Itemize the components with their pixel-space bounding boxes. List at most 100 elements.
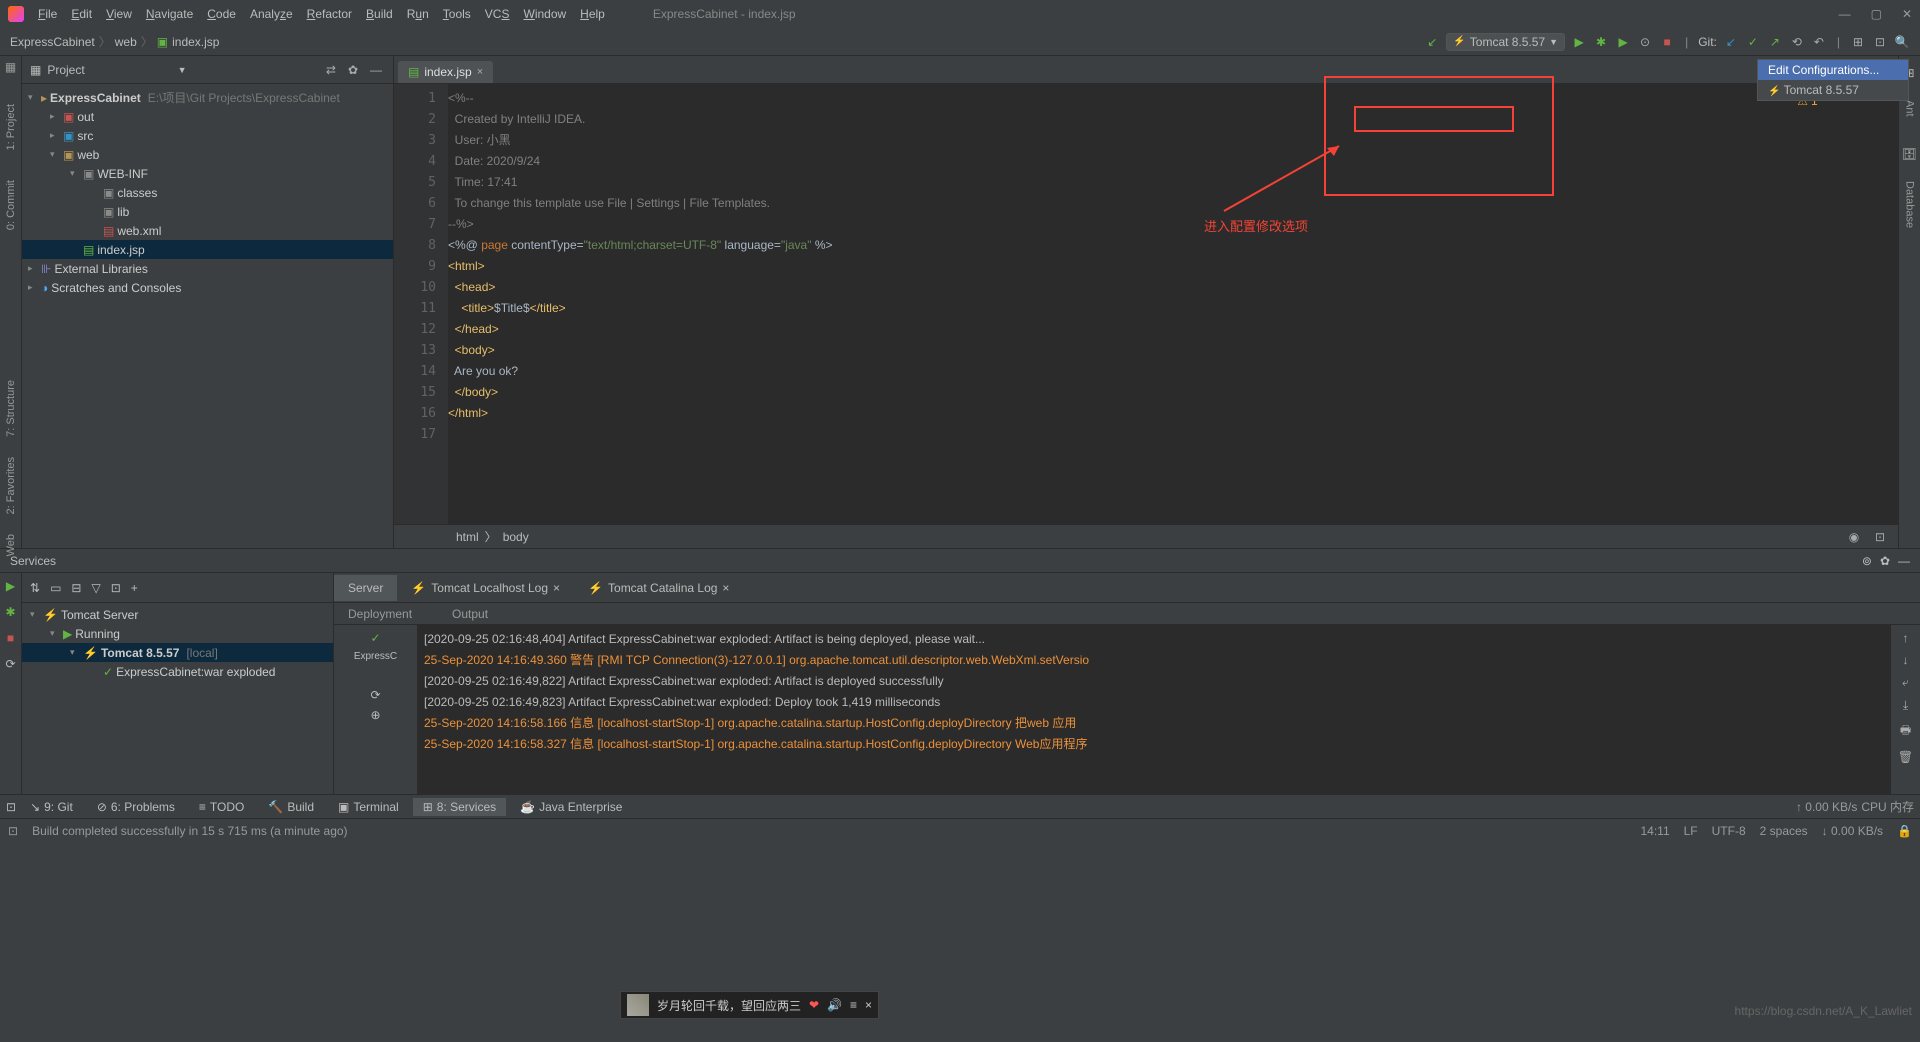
- scroll-end-icon[interactable]: ⤓: [1903, 698, 1908, 713]
- lock-icon[interactable]: ⊡: [1872, 529, 1888, 545]
- tab-indexjsp[interactable]: ▤ index.jsp ×: [398, 61, 493, 83]
- tab-localhost-log[interactable]: ⚡ Tomcat Localhost Log ×: [397, 575, 574, 601]
- structure-stripe[interactable]: 7: Structure: [5, 380, 17, 437]
- media-player-widget[interactable]: 岁月轮回千载，望回应两三 ❤ 🔊 ≡ ×: [620, 991, 879, 1019]
- commit-stripe[interactable]: 0: Commit: [5, 180, 17, 230]
- menu-help[interactable]: Help: [574, 5, 611, 23]
- maximize-icon[interactable]: ▢: [1871, 7, 1882, 21]
- breadcrumb-root[interactable]: ExpressCabinet: [10, 35, 95, 49]
- view-icon[interactable]: ⊡: [111, 581, 121, 595]
- tab-catalina-log[interactable]: ⚡ Tomcat Catalina Log ×: [574, 575, 743, 601]
- coverage-icon[interactable]: ▶: [1615, 34, 1631, 50]
- crumb-html[interactable]: html: [456, 530, 479, 544]
- playlist-icon[interactable]: ≡: [850, 998, 857, 1012]
- hide-icon[interactable]: —: [1898, 554, 1910, 568]
- minimize-icon[interactable]: —: [1839, 7, 1851, 21]
- menu-code[interactable]: Code: [201, 5, 242, 23]
- tree-folder-out[interactable]: ▸▣ out: [22, 107, 393, 126]
- menu-run[interactable]: Run: [401, 5, 435, 23]
- collapse-icon[interactable]: ⊟: [71, 581, 81, 595]
- structure-icon[interactable]: ⊞: [1850, 34, 1866, 50]
- favorites-stripe[interactable]: 2: Favorites: [5, 457, 17, 514]
- menu-vcs[interactable]: VCS: [479, 5, 516, 23]
- search-icon[interactable]: 🔍: [1894, 34, 1910, 50]
- btab-javaee[interactable]: ☕ Java Enterprise: [510, 798, 632, 816]
- clear-icon[interactable]: 🗑: [1898, 750, 1913, 764]
- breadcrumb-web[interactable]: web: [115, 35, 137, 49]
- scroll-up-icon[interactable]: ↑: [1903, 631, 1909, 645]
- tree-project-root[interactable]: ▾▸ ExpressCabinet E:\项目\Git Projects\Exp…: [22, 88, 393, 107]
- help-icon[interactable]: ⊚: [1862, 554, 1872, 568]
- menu-edit[interactable]: Edit: [65, 5, 98, 23]
- run-icon[interactable]: ▶: [6, 579, 15, 593]
- ant-stripe[interactable]: Ant: [1904, 100, 1916, 117]
- group-icon[interactable]: ▭: [50, 581, 61, 595]
- svc-tree-running[interactable]: ▾▶ Running: [22, 624, 333, 643]
- heart-icon[interactable]: ❤: [809, 998, 819, 1012]
- menu-file[interactable]: File: [32, 5, 63, 23]
- menu-build[interactable]: Build: [360, 5, 399, 23]
- collapse-all-icon[interactable]: ⇄: [323, 63, 339, 77]
- indent-settings[interactable]: 2 spaces: [1760, 824, 1808, 838]
- database-stripe[interactable]: Database: [1904, 181, 1916, 228]
- tree-folder-webinf[interactable]: ▾▣ WEB-INF: [22, 164, 393, 183]
- tw-toggle-icon[interactable]: ⊡: [6, 800, 16, 814]
- menu-analyze[interactable]: Analyze: [244, 5, 299, 23]
- close-icon[interactable]: ✕: [1902, 7, 1912, 21]
- project-panel-title[interactable]: Project: [47, 63, 171, 77]
- btab-todo[interactable]: ≡ TODO: [189, 798, 254, 816]
- menu-view[interactable]: View: [100, 5, 138, 23]
- rollback-icon[interactable]: ↶: [1811, 34, 1827, 50]
- edit-configurations-item[interactable]: Edit Configurations...: [1758, 60, 1908, 80]
- line-separator[interactable]: LF: [1684, 824, 1698, 838]
- lock-icon[interactable]: 🔒: [1897, 824, 1912, 838]
- tree-folder-src[interactable]: ▸▣ src: [22, 126, 393, 145]
- history-icon[interactable]: ⟲: [1789, 34, 1805, 50]
- web-stripe[interactable]: Web: [5, 534, 17, 556]
- print-icon[interactable]: 🖶: [1900, 721, 1911, 742]
- svc-tree-root[interactable]: ▾⚡ Tomcat Server: [22, 605, 333, 624]
- menu-window[interactable]: Window: [517, 5, 572, 23]
- tab-server[interactable]: Server: [334, 575, 397, 601]
- line-gutter[interactable]: 1234567891011121314151617: [394, 84, 448, 524]
- tree-external-libs[interactable]: ▸⊪ External Libraries: [22, 259, 393, 278]
- commit-icon[interactable]: ✓: [1745, 34, 1761, 50]
- crumb-body[interactable]: body: [503, 530, 529, 544]
- svc-tree-artifact[interactable]: ✓ ExpressCabinet:war exploded: [22, 662, 333, 681]
- run-icon[interactable]: ▶: [1571, 34, 1587, 50]
- tree-scratches[interactable]: ▸◑ Scratches and Consoles: [22, 278, 393, 297]
- output-tab[interactable]: Output: [452, 607, 488, 621]
- hide-icon[interactable]: —: [367, 63, 385, 77]
- db-stripe-icon[interactable]: 🗄: [1902, 147, 1917, 161]
- project-tree[interactable]: ▾▸ ExpressCabinet E:\项目\Git Projects\Exp…: [22, 84, 393, 548]
- deployment-tab[interactable]: Deployment: [348, 607, 412, 621]
- push-icon[interactable]: ↗: [1767, 34, 1783, 50]
- soft-wrap-icon[interactable]: ⤶: [1902, 675, 1909, 690]
- tree-file-indexjsp[interactable]: ▤ index.jsp: [22, 240, 393, 259]
- chevron-down-icon[interactable]: ▼: [178, 65, 187, 75]
- btab-services[interactable]: ⊞ 8: Services: [413, 798, 506, 816]
- update-project-icon[interactable]: ↙: [1723, 34, 1739, 50]
- menu-refactor[interactable]: Refactor: [301, 5, 358, 23]
- open-browser-icon[interactable]: ⊕: [370, 708, 380, 722]
- gear-icon[interactable]: ✿: [1880, 554, 1890, 568]
- menu-tools[interactable]: Tools: [437, 5, 477, 23]
- breadcrumb-file[interactable]: index.jsp: [172, 35, 219, 49]
- tree-file-webxml[interactable]: ▤ web.xml: [22, 221, 393, 240]
- close-widget[interactable]: ×: [865, 998, 872, 1012]
- run-config-selector[interactable]: ⚡ Tomcat 8.5.57 ▼ Edit Configurations...…: [1446, 33, 1565, 51]
- output-console[interactable]: [2020-09-25 02:16:48,404] Artifact Expre…: [418, 625, 1890, 794]
- expand-icon[interactable]: ⊡: [1872, 34, 1888, 50]
- btab-build[interactable]: 🔨 Build: [258, 798, 324, 816]
- btab-terminal[interactable]: ▣ Terminal: [328, 798, 409, 816]
- build-icon[interactable]: ↙: [1424, 34, 1440, 50]
- close-tab-icon[interactable]: ×: [477, 66, 483, 78]
- close-icon[interactable]: ×: [722, 581, 729, 595]
- refresh-icon[interactable]: ⟳: [370, 688, 380, 702]
- filter-icon[interactable]: ⟳: [5, 657, 15, 671]
- debug-icon[interactable]: ✱: [1593, 34, 1609, 50]
- svc-tree-server[interactable]: ▾⚡ Tomcat 8.5.57 [local]: [22, 643, 333, 662]
- filter-icon[interactable]: ▽: [91, 581, 100, 595]
- tree-folder-classes[interactable]: ▣ classes: [22, 183, 393, 202]
- expand-icon[interactable]: ⇅: [30, 581, 40, 595]
